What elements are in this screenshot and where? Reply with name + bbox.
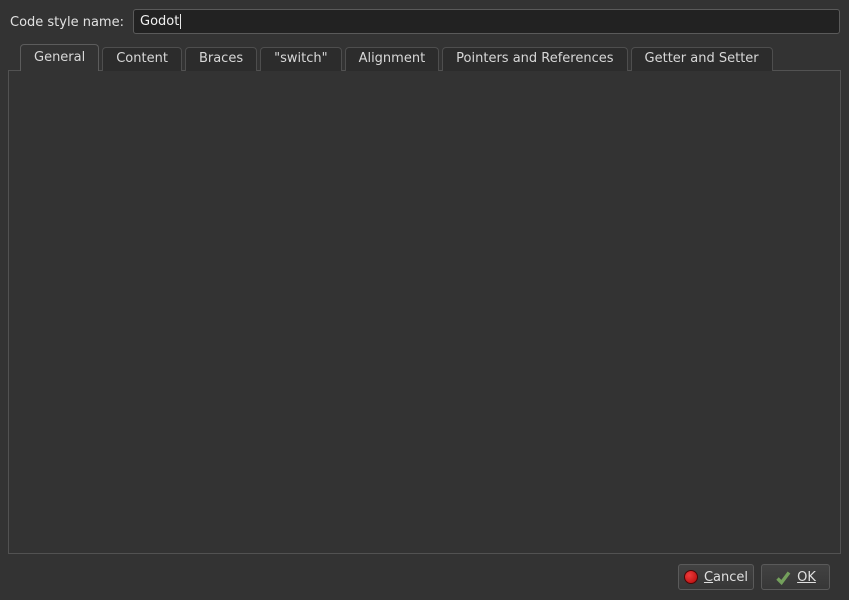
tab-bar: General Content Braces "switch" Alignmen… bbox=[20, 44, 776, 71]
cancel-button[interactable]: Cancel bbox=[678, 564, 754, 590]
text-cursor bbox=[180, 14, 181, 29]
code-style-name-input[interactable]: Godot bbox=[133, 9, 840, 34]
cancel-stop-icon bbox=[684, 570, 698, 584]
tab-alignment[interactable]: Alignment bbox=[345, 47, 440, 71]
ok-check-icon bbox=[775, 570, 791, 585]
ok-button[interactable]: OK bbox=[761, 564, 830, 590]
ok-button-label: OK bbox=[797, 570, 816, 585]
tab-content[interactable]: Content bbox=[102, 47, 182, 71]
tab-getter-and-setter[interactable]: Getter and Setter bbox=[631, 47, 773, 71]
code-style-name-value: Godot bbox=[140, 14, 179, 29]
code-style-name-label: Code style name: bbox=[10, 15, 124, 30]
general-tab-page bbox=[8, 70, 841, 554]
cancel-button-label: Cancel bbox=[704, 570, 748, 585]
tab-switch[interactable]: "switch" bbox=[260, 47, 341, 71]
tab-general[interactable]: General bbox=[20, 44, 99, 71]
tab-pointers-and-references[interactable]: Pointers and References bbox=[442, 47, 627, 71]
tab-braces[interactable]: Braces bbox=[185, 47, 257, 71]
